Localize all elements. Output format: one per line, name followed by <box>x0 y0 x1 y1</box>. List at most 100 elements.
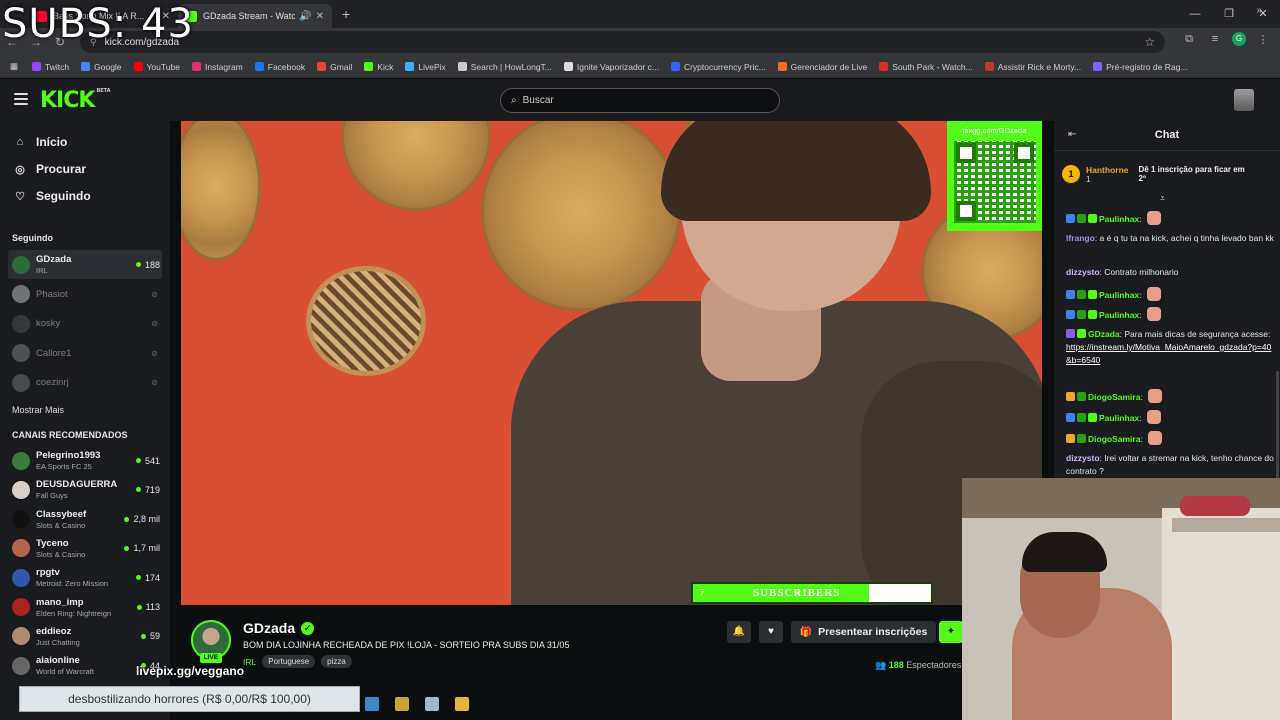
sidebar-nav-home[interactable]: ⌂ Início <box>12 135 68 149</box>
bookmark-item[interactable]: Gerenciador de Live <box>777 62 867 72</box>
channel-item[interactable]: GDzada IRL 188 <box>8 250 162 279</box>
bookmark-item[interactable]: Ignite Vaporizador c... <box>563 62 659 72</box>
bookmark-star-icon[interactable]: ☆ <box>1144 35 1155 49</box>
chat-username[interactable]: GDzada <box>1088 329 1120 339</box>
chat-username[interactable]: Paulinhax <box>1099 310 1139 320</box>
new-tab-button[interactable]: + <box>342 6 350 22</box>
channel-item[interactable]: Tyceno Slots & Casino 1,7 mil <box>8 534 162 563</box>
streamer-name[interactable]: GDzada ✓ <box>243 620 315 636</box>
offline-icon: ⊘ <box>151 319 158 328</box>
bookmark-label: Cryptocurrency Pric... <box>683 61 766 72</box>
channel-item[interactable]: Pelegrino1993 EA Sports FC 25 541 <box>8 446 162 475</box>
show-more-link[interactable]: Mostrar Mais <box>12 405 64 415</box>
chat-badge-icon <box>1077 214 1086 223</box>
bookmark-item[interactable]: Instagram <box>191 62 243 72</box>
category-link[interactable]: IRL <box>243 657 256 667</box>
chat-scroll-toggle-icon[interactable]: ⩡ <box>1160 193 1165 204</box>
chat-username[interactable]: Paulinhax <box>1099 290 1139 300</box>
tag-portuguese[interactable]: Portuguese <box>262 655 316 668</box>
user-avatar[interactable] <box>1234 89 1254 111</box>
subscribe-button[interactable]: ✦ <box>939 621 963 643</box>
channel-item[interactable]: coezinrj ⊘ <box>8 368 162 397</box>
close-tab-icon[interactable]: ✕ <box>316 11 324 22</box>
viewer-count-value: 2,8 mil <box>133 514 160 525</box>
search-input[interactable]: ⌕ Buscar <box>500 88 780 113</box>
hand-emote-icon <box>1146 211 1161 225</box>
chat-separator: : <box>1139 290 1144 300</box>
channel-item[interactable]: mano_imp Elden Ring: Nightreign 113 <box>8 593 162 622</box>
bookmark-item[interactable]: Facebook <box>254 62 305 72</box>
viewer-count-value: 719 <box>144 484 160 495</box>
search-placeholder: Buscar <box>522 95 554 106</box>
chat-username[interactable]: DiogoSamira <box>1088 392 1140 402</box>
chat-link[interactable]: https://instream.ly/Motiva_MaioAmarelo_g… <box>1066 342 1271 365</box>
bookmark-item[interactable]: Assistir Rick e Morty... <box>984 61 1082 72</box>
apps-grid-icon[interactable]: ▦ <box>10 61 18 72</box>
bookmark-item[interactable]: South Park - Watch... <box>879 62 973 72</box>
streamer-hair <box>661 121 931 221</box>
speaker-icon[interactable]: 🔊 <box>299 11 311 22</box>
chat-username[interactable]: Paulinhax <box>1099 413 1139 423</box>
bookmark-favicon-icon <box>405 62 415 71</box>
bookmark-item[interactable]: Cryptocurrency Pric... <box>670 61 766 72</box>
bookmark-item[interactable]: Search | HowLongT... <box>457 62 552 72</box>
bookmark-item[interactable]: Kick <box>364 62 393 72</box>
pix-qr-panel: pixgg.com/GDzada <box>947 121 1042 231</box>
bookmark-label: Assistir Rick e Morty... <box>997 61 1082 72</box>
notifications-bell-button[interactable]: 🔔 <box>727 621 751 643</box>
menu-hamburger-icon[interactable] <box>14 93 28 105</box>
browser-tab-gdzada[interactable]: GDzada Stream - Watch Live 🔊 ✕ <box>178 4 332 28</box>
bookmark-item[interactable]: YouTube <box>133 62 180 72</box>
kick-logo[interactable]: KICK BETA <box>40 88 111 113</box>
chat-username[interactable]: DiogoSamira <box>1088 434 1140 444</box>
channel-avatar <box>12 314 30 333</box>
home-icon: ⌂ <box>16 136 24 148</box>
chat-scrollbar[interactable] <box>1276 371 1279 491</box>
sidebar-nav-browse[interactable]: ◎ Procurar <box>12 162 86 176</box>
chat-username[interactable]: Paulinhax <box>1099 214 1139 224</box>
follow-heart-button[interactable]: ♥ <box>759 621 783 643</box>
video-player[interactable]: pixgg.com/GDzada 7 SUBSCRIBERS <box>181 121 1042 605</box>
chat-username[interactable]: dizzysto <box>1066 267 1100 277</box>
chat-username[interactable]: lfrango <box>1066 233 1095 243</box>
channel-meta: Tyceno Slots & Casino <box>36 538 124 559</box>
bookmark-item[interactable]: Google <box>81 62 122 72</box>
chat-badge-icon <box>1077 434 1086 443</box>
close-window-icon[interactable]: ✕ <box>1246 0 1280 28</box>
taskbar-app-icon[interactable] <box>365 697 379 711</box>
taskbar-app-icon[interactable] <box>395 697 409 711</box>
channel-item[interactable]: Classybeef Slots & Casino 2,8 mil <box>8 505 162 534</box>
address-bar[interactable]: ⚲ kick.com/gdzada ☆ <box>80 31 1165 53</box>
restore-icon[interactable]: ❐ <box>1212 0 1246 28</box>
channel-item[interactable]: eddieoz Just Chatting 59 <box>8 622 162 651</box>
extensions-icon[interactable]: ⧉ <box>1180 33 1198 46</box>
minimize-icon[interactable]: — <box>1178 0 1212 28</box>
tag-pizza[interactable]: pizza <box>321 655 352 668</box>
channel-item[interactable]: rpgtv Metroid: Zero Mission 174 <box>8 563 162 592</box>
profile-avatar-icon[interactable]: G <box>1232 32 1246 46</box>
channel-meta: eddieoz Just Chatting <box>36 626 141 647</box>
channel-item[interactable]: kosky ⊘ <box>8 309 162 338</box>
sidebar-nav-following[interactable]: ♡ Seguindo <box>12 189 91 203</box>
media-control-icon[interactable]: ≡ <box>1206 33 1224 45</box>
bookmark-item[interactable]: Twitch <box>32 62 69 72</box>
gift-subs-button[interactable]: 🎁 Presentear inscrições <box>791 621 936 643</box>
hand-emote-icon <box>1146 307 1161 321</box>
bookmark-item[interactable]: LivePix <box>405 62 446 72</box>
bookmark-favicon-icon <box>364 62 374 71</box>
bookmark-favicon-icon <box>879 62 889 71</box>
recommended-section-title: CANAIS RECOMENDADOS <box>12 430 128 440</box>
taskbar-app-icon[interactable] <box>425 697 439 711</box>
bookmarks-overflow-icon[interactable]: » <box>1256 5 1262 16</box>
channel-item[interactable]: Phasiot ⊘ <box>8 280 162 309</box>
channel-meta: Phasiot <box>36 289 151 300</box>
pinned-user[interactable]: Hanthorne 1 <box>1086 165 1129 184</box>
channel-item[interactable]: DEUSDAGUERRA Fall Guys 719 <box>8 475 162 504</box>
taskbar-app-icon[interactable] <box>455 697 469 711</box>
chat-username[interactable]: dizzysto <box>1066 453 1100 463</box>
bookmark-item[interactable]: Gmail <box>317 62 352 72</box>
bookmark-item[interactable]: Pré-registro de Rag... <box>1093 62 1187 72</box>
menu-dots-icon[interactable]: ⋮ <box>1254 33 1272 46</box>
channel-item[interactable]: Callore1 ⊘ <box>8 339 162 368</box>
channel-category: IRL <box>36 266 48 275</box>
